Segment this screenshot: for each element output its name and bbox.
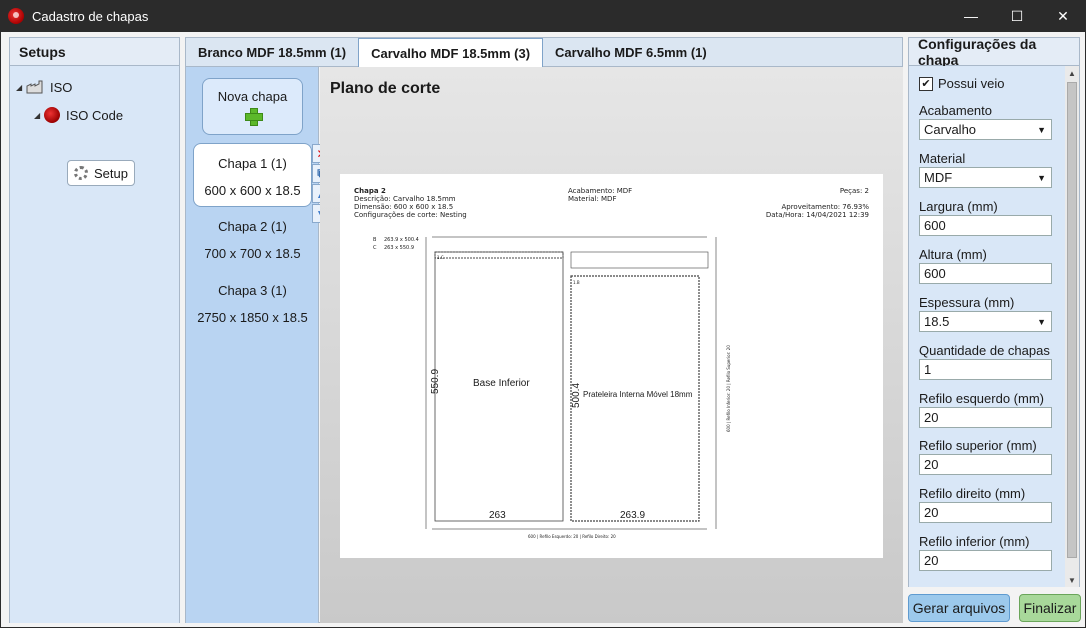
scroll-up-icon[interactable]: ▲ [1065, 66, 1079, 80]
refilo-superior-label: Refilo superior (mm) [919, 438, 1037, 453]
sheet-dims: 700 x 700 x 18.5 [204, 246, 301, 261]
tree-node-iso-code[interactable]: ◢ ISO Code [34, 104, 123, 126]
app-icon [8, 8, 24, 24]
main-window: Setups ◢ ISO ◢ ISO Code Setup Branco MDF [0, 32, 1086, 628]
refilo-superior-input[interactable]: 20 [919, 454, 1052, 475]
sheet-dims: 2750 x 1850 x 18.5 [197, 310, 308, 325]
factory-icon [26, 80, 44, 94]
veio-checkbox[interactable]: ✔ [919, 76, 933, 91]
collapse-icon[interactable]: ◢ [34, 111, 44, 120]
generate-files-button[interactable]: Gerar arquivos [908, 594, 1010, 622]
espessura-label: Espessura (mm) [919, 295, 1015, 310]
config-scrollbar[interactable]: ▲ ▼ [1065, 66, 1079, 587]
piece-1-tag: 1.C [437, 255, 444, 260]
largura-label: Largura (mm) [919, 199, 998, 214]
finish-button[interactable]: Finalizar [1019, 594, 1081, 622]
plus-icon [244, 108, 263, 126]
piece-2-width: 263.9 [620, 510, 646, 521]
piece-1-height: 550.9 [430, 368, 441, 394]
material-label: Material [919, 151, 966, 166]
piece-2-height: 500.4 [571, 382, 582, 408]
close-button[interactable]: ✕ [1040, 0, 1086, 32]
collapse-icon[interactable]: ◢ [16, 83, 26, 92]
chevron-down-icon: ▼ [1037, 316, 1046, 327]
sheet-dims: 600 x 600 x 18.5 [204, 183, 301, 198]
piece-2-tag: 1.B [573, 280, 580, 285]
new-sheet-label: Nova chapa [217, 89, 288, 104]
cut-plan-area: Plano de corte Chapa 2 Descrição: Carval… [320, 67, 903, 623]
refilo-esquerdo-input[interactable]: 20 [919, 407, 1052, 428]
config-header: Configurações da chapa [909, 36, 1079, 68]
cut-plan-title: Plano de corte [330, 80, 441, 97]
sheet-item-2[interactable]: Chapa 2 (1) 700 x 700 x 18.5 [193, 207, 312, 271]
chevron-down-icon: ▼ [1037, 172, 1046, 183]
espessura-value: 18.5 [924, 314, 950, 329]
window-title: Cadastro de chapas [32, 8, 149, 24]
tree-label-iso: ISO [50, 79, 73, 95]
tree-node-iso[interactable]: ◢ ISO [16, 76, 72, 98]
quantidade-label: Quantidade de chapas [919, 343, 1050, 358]
config-panel: Configurações da chapa ✔ Possui veio Aca… [908, 36, 1080, 587]
tab-carvalho-mdf-18-5[interactable]: Carvalho MDF 18.5mm (3) [358, 38, 544, 68]
altura-input[interactable]: 600 [919, 263, 1052, 284]
tab-carvalho-mdf-6-5[interactable]: Carvalho MDF 6.5mm (1) [543, 38, 719, 66]
setups-header: Setups [10, 38, 179, 66]
iso-code-icon [44, 107, 60, 123]
quantidade-input[interactable]: 1 [919, 359, 1052, 380]
new-sheet-button[interactable]: Nova chapa [202, 78, 303, 135]
refilo-inferior-label: Refilo inferior (mm) [919, 534, 1030, 549]
center-panel: Branco MDF 18.5mm (1) Carvalho MDF 18.5m… [185, 37, 903, 623]
scroll-thumb[interactable] [1067, 82, 1077, 558]
title-bar: Cadastro de chapas — ☐ ✕ [0, 0, 1086, 32]
tree-node-setup[interactable]: Setup [67, 160, 135, 186]
tree-label-iso-code: ISO Code [66, 107, 124, 123]
chevron-down-icon: ▼ [1037, 124, 1046, 135]
cut-plan-drawing [425, 236, 717, 530]
sheet-item-3[interactable]: Chapa 3 (1) 2750 x 1850 x 18.5 [193, 271, 312, 335]
veio-label: Possui veio [938, 76, 1005, 91]
maximize-button[interactable]: ☐ [994, 0, 1040, 32]
gear-icon [74, 166, 88, 180]
refilo-direito-input[interactable]: 20 [919, 502, 1052, 523]
piece-2-label: Prateleira Interna Móvel 18mm [583, 390, 693, 399]
tree-label-setup: Setup [94, 165, 128, 181]
refilo-direito-label: Refilo direito (mm) [919, 486, 1026, 501]
piece-1-width: 263 [489, 510, 506, 521]
sheet-title: Chapa 3 (1) [218, 283, 287, 298]
scroll-down-icon[interactable]: ▼ [1065, 573, 1079, 587]
piece-1-label: Base Inferior [473, 378, 530, 389]
espessura-select[interactable]: 18.5 ▼ [919, 311, 1052, 332]
sheet-title: Chapa 2 (1) [218, 219, 287, 234]
acabamento-select[interactable]: Carvalho ▼ [919, 119, 1052, 140]
veio-checkbox-row[interactable]: ✔ Possui veio [919, 76, 1004, 91]
material-value: MDF [924, 170, 953, 185]
acabamento-label: Acabamento [919, 103, 992, 118]
minimize-button[interactable]: — [948, 0, 994, 32]
material-tabs: Branco MDF 18.5mm (1) Carvalho MDF 18.5m… [186, 38, 902, 68]
bottom-margin-note: 600 | Refilo Esquerdo: 20 | Refilo Direi… [528, 534, 616, 539]
right-margin-note: 600 | Refilo Inferior: 20 | Refilo Super… [726, 345, 731, 432]
tab-branco-mdf-18-5[interactable]: Branco MDF 18.5mm (1) [186, 38, 358, 66]
refilo-esquerdo-label: Refilo esquerdo (mm) [919, 391, 1044, 406]
largura-input[interactable]: 600 [919, 215, 1052, 236]
altura-label: Altura (mm) [919, 247, 987, 262]
sheet-title: Chapa 1 (1) [218, 156, 287, 171]
material-select[interactable]: MDF ▼ [919, 167, 1052, 188]
refilo-inferior-input[interactable]: 20 [919, 550, 1052, 571]
cut-plan-sheet: Chapa 2 Descrição: Carvalho 18.5mm Dimen… [340, 174, 883, 558]
sheets-list: Nova chapa Chapa 1 (1) 600 x 600 x 18.5 … [186, 67, 331, 623]
acabamento-value: Carvalho [924, 122, 977, 137]
sheet-item-1[interactable]: Chapa 1 (1) 600 x 600 x 18.5 [193, 143, 312, 207]
setups-panel: Setups ◢ ISO ◢ ISO Code Setup [9, 37, 180, 623]
